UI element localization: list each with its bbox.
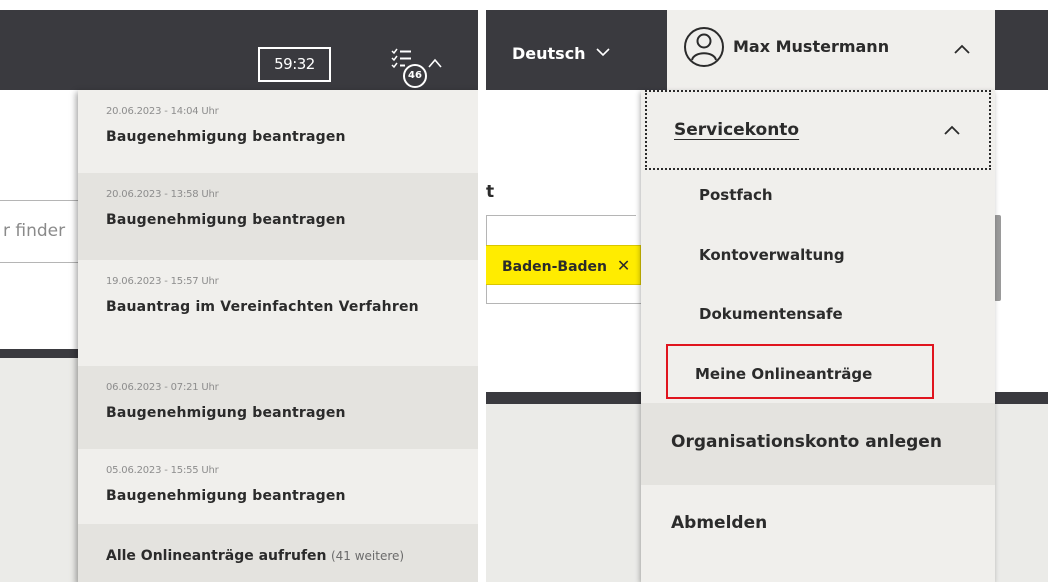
application-item[interactable]: 06.06.2023 - 07:21 Uhr Baugenehmigung be… (78, 366, 478, 449)
application-item[interactable]: 20.06.2023 - 14:04 Uhr Baugenehmigung be… (78, 90, 478, 173)
remaining-count: (41 weitere) (330, 549, 405, 563)
region-chip-label: Baden-Baden (502, 259, 608, 275)
menu-item-meine-onlineantraege[interactable]: Meine Onlineanträge (695, 365, 872, 383)
chevron-up-icon (954, 44, 970, 54)
scrollbar[interactable] (994, 215, 1001, 301)
logout-button[interactable]: Abmelden (671, 513, 767, 533)
menu-item-kontoverwaltung[interactable]: Kontoverwaltung (699, 246, 845, 264)
chevron-up-icon (428, 58, 442, 68)
close-icon[interactable]: ✕ (617, 256, 630, 275)
session-timer: 59:32 (258, 47, 331, 82)
chevron-up-icon (944, 125, 960, 135)
application-title: Bauantrag im Vereinfachten Verfahren (106, 299, 419, 315)
search-label-fragment: t (486, 182, 495, 202)
region-filter-chip[interactable]: Baden-Baden ✕ (486, 245, 641, 285)
application-title: Baugenehmigung beantragen (106, 488, 346, 504)
application-date: 06.06.2023 - 07:21 Uhr (106, 382, 219, 393)
page-lower-section (0, 358, 80, 582)
application-title: Baugenehmigung beantragen (106, 405, 346, 421)
menu-item-postfach[interactable]: Postfach (699, 186, 773, 204)
online-applications-button[interactable]: 46 (383, 46, 449, 90)
search-input[interactable]: r finder (0, 200, 80, 263)
user-avatar-icon (684, 27, 724, 67)
servicekonto-label: Servicekonto (674, 120, 800, 140)
search-placeholder: r finder (3, 221, 66, 241)
chevron-down-icon (596, 48, 610, 57)
application-date: 19.06.2023 - 15:57 Uhr (106, 276, 219, 287)
application-title: Baugenehmigung beantragen (106, 212, 346, 228)
user-menu-dropdown: Servicekonto Postfach Kontoverwaltung Do… (641, 90, 995, 582)
language-label: Deutsch (512, 44, 586, 63)
application-item[interactable]: 05.06.2023 - 15:55 Uhr Baugenehmigung be… (78, 449, 478, 524)
application-date: 20.06.2023 - 14:04 Uhr (106, 106, 219, 117)
top-header-bar: 59:32 46 (0, 10, 478, 90)
application-title: Baugenehmigung beantragen (106, 129, 346, 145)
menu-item-organisationskonto[interactable]: Organisationskonto anlegen (641, 403, 995, 485)
online-applications-dropdown: 20.06.2023 - 14:04 Uhr Baugenehmigung be… (78, 90, 478, 582)
application-date: 05.06.2023 - 15:55 Uhr (106, 465, 219, 476)
application-item[interactable]: 19.06.2023 - 15:57 Uhr Bauantrag im Vere… (78, 260, 478, 366)
application-item[interactable]: 20.06.2023 - 13:58 Uhr Baugenehmigung be… (78, 173, 478, 260)
servicekonto-toggle[interactable]: Servicekonto (645, 90, 991, 170)
all-applications-link[interactable]: Alle Onlineanträge aufrufen (41 weitere) (78, 524, 478, 582)
right-screenshot-panel: Deutsch Max Mustermann t Baden-Baden ✕ S… (486, 0, 1048, 582)
applications-count-badge: 46 (403, 64, 427, 88)
user-name: Max Mustermann (733, 37, 890, 56)
search-input-border (486, 215, 636, 216)
section-divider (0, 349, 80, 358)
application-date: 20.06.2023 - 13:58 Uhr (106, 189, 219, 200)
filter-box-border (486, 303, 642, 304)
all-applications-label: Alle Onlineanträge aufrufen (106, 548, 327, 564)
user-menu-button[interactable]: Max Mustermann (667, 10, 995, 90)
left-screenshot-panel: 59:32 46 r finder 20.06.2023 - 14:04 Uhr… (0, 0, 478, 582)
language-selector[interactable]: Deutsch (512, 44, 611, 63)
menu-item-dokumentensafe[interactable]: Dokumentensafe (699, 305, 843, 323)
